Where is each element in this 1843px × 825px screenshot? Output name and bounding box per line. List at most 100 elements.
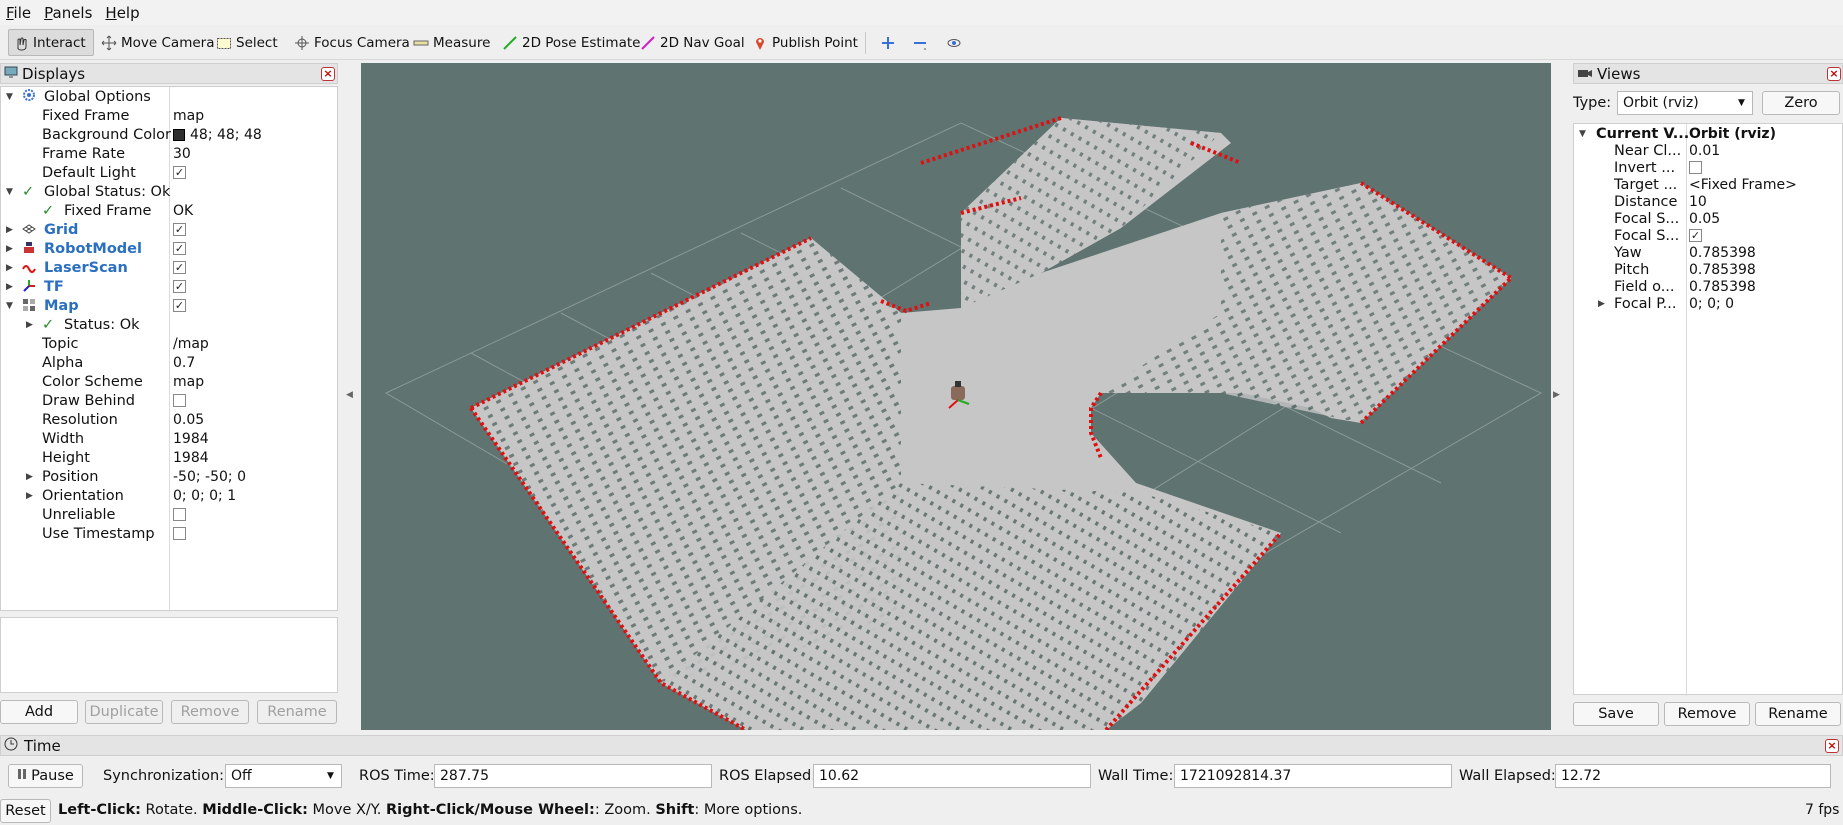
collapse-arrow-icon[interactable]: ▶ [26,472,33,482]
view-row-label: Yaw [1614,244,1642,261]
tf-enabled-checkbox[interactable]: ✓ [173,277,186,296]
displays-close-icon[interactable]: × [321,67,335,81]
time-panel-header: Time × [0,735,1843,756]
help-left-click: Left-Click: [58,802,141,818]
view-row-label: Invert ... [1614,159,1676,176]
right-splitter-handle[interactable]: ▶ [1553,390,1560,400]
visibility-tool-button[interactable] [942,29,970,56]
collapse-arrow-icon[interactable]: ▶ [6,263,13,273]
reset-button[interactable]: Reset [0,799,51,823]
view-type-select[interactable]: Orbit (rviz) ▼ [1617,91,1753,115]
collapse-arrow-icon[interactable]: ▶ [6,282,13,292]
views-close-icon[interactable]: × [1827,67,1841,81]
tree-label: Global Status: Ok [44,183,171,200]
map-enabled-checkbox[interactable]: ✓ [173,296,186,315]
remove-display-button[interactable]: Remove [171,700,249,724]
view-row-label: Target ... [1614,176,1678,193]
collapse-arrow-icon[interactable]: ▶ [6,225,13,235]
expand-arrow-icon[interactable]: ▼ [1579,129,1586,139]
ros-time-field[interactable]: 287.75 [434,764,712,788]
map-grid-icon [22,298,36,316]
focus-camera-label: Focus Camera [314,34,410,51]
tree-label: Orientation [42,487,124,504]
resolution-value: 0.05 [173,411,205,428]
topic-value[interactable]: /map [173,334,209,353]
zero-view-button[interactable]: Zero [1762,91,1840,115]
background-color-value[interactable]: 48; 48; 48 [173,125,262,144]
move-camera-label: Move Camera [121,34,215,51]
clock-icon [4,737,18,755]
grid-enabled-checkbox[interactable]: ✓ [173,220,186,239]
use-timestamp-checkbox[interactable] [173,524,186,543]
tree-label: Fixed Frame [42,107,130,124]
expand-arrow-icon[interactable]: ▼ [6,187,13,197]
expand-arrow-icon[interactable]: ▼ [6,301,13,311]
rename-display-button[interactable]: Rename [257,700,337,724]
column-divider [169,87,170,612]
rename-view-button[interactable]: Rename [1755,702,1841,726]
view-row-label: Field o... [1614,278,1675,295]
draw-behind-checkbox[interactable] [173,391,186,410]
pose-estimate-button[interactable]: 2D Pose Estimate [498,29,644,56]
toolbar-separator [865,32,866,54]
remove-view-button[interactable]: Remove [1664,702,1750,726]
time-title: Time [24,736,61,755]
tree-label: Use Timestamp [42,525,155,542]
color-scheme-value[interactable]: map [173,372,204,391]
laserscan-enabled-checkbox[interactable]: ✓ [173,258,186,277]
collapse-arrow-icon[interactable]: ▶ [26,491,33,501]
fixed-frame-value[interactable]: map [173,106,204,125]
property-description-box [0,617,338,693]
time-close-icon[interactable]: × [1825,739,1839,753]
add-display-button[interactable]: Add [0,700,78,724]
map-pin-icon [752,35,768,51]
help-text: : Zoom. [594,802,656,818]
hand-pointer-icon [13,35,29,51]
help-right-click: Right-Click/Mouse Wheel: [385,802,595,818]
menu-panels[interactable]: Panels [44,4,92,22]
ros-elapsed-field[interactable]: 10.62 [813,764,1091,788]
collapse-arrow-icon[interactable]: ▶ [1598,299,1605,309]
collapse-arrow-icon[interactable]: ▶ [26,320,33,330]
add-tool-button[interactable] [876,29,904,56]
pause-button[interactable]: Pause [8,764,83,788]
select-button[interactable]: Select [212,29,282,56]
nav-goal-button[interactable]: 2D Nav Goal [636,29,749,56]
remove-tool-button[interactable] [908,29,936,56]
publish-point-button[interactable]: Publish Point [748,29,862,56]
ok-check-icon: ✓ [42,202,55,219]
nav-goal-label: 2D Nav Goal [660,34,745,51]
wall-elapsed-field[interactable]: 12.72 [1555,764,1831,788]
sync-select[interactable]: Off ▼ [225,764,342,788]
orientation-value: 0; 0; 0; 1 [173,487,237,504]
collapse-arrow-icon[interactable]: ▶ [6,244,13,254]
left-splitter-handle[interactable]: ◀ [346,390,353,400]
ok-check-icon: ✓ [42,316,55,333]
selection-box-icon [216,35,232,51]
alpha-value[interactable]: 0.7 [173,353,195,372]
tree-label: Height [42,449,90,466]
robotmodel-enabled-checkbox[interactable]: ✓ [173,239,186,258]
frame-rate-value[interactable]: 30 [173,144,191,163]
default-light-checkbox[interactable]: ✓ [173,163,186,182]
status-help-text: Left-Click: Rotate. Middle-Click: Move X… [58,802,802,818]
camera-icon [1577,65,1593,83]
expand-arrow-icon[interactable]: ▼ [6,92,13,102]
interact-tool-button[interactable]: Interact [8,29,94,56]
save-view-button[interactable]: Save [1573,702,1659,726]
focus-camera-button[interactable]: Focus Camera [290,29,414,56]
view-row-label: Near Cl... [1614,142,1682,159]
measure-button[interactable]: Measure [409,29,494,56]
ros-elapsed-label: ROS Elapsed: [719,768,817,784]
3d-viewport[interactable] [361,63,1551,730]
unreliable-checkbox[interactable] [173,505,186,524]
menu-file[interactable]: File [6,4,31,22]
interact-label: Interact [33,34,86,51]
menu-help[interactable]: Help [105,4,139,22]
wall-time-field[interactable]: 1721092814.37 [1174,764,1452,788]
tree-label: Frame Rate [42,145,126,162]
column-divider [1686,124,1687,696]
focal-point-value[interactable]: 0; 0; 0 [1689,294,1734,313]
move-camera-button[interactable]: Move Camera [97,29,218,56]
duplicate-display-button[interactable]: Duplicate [85,700,163,724]
